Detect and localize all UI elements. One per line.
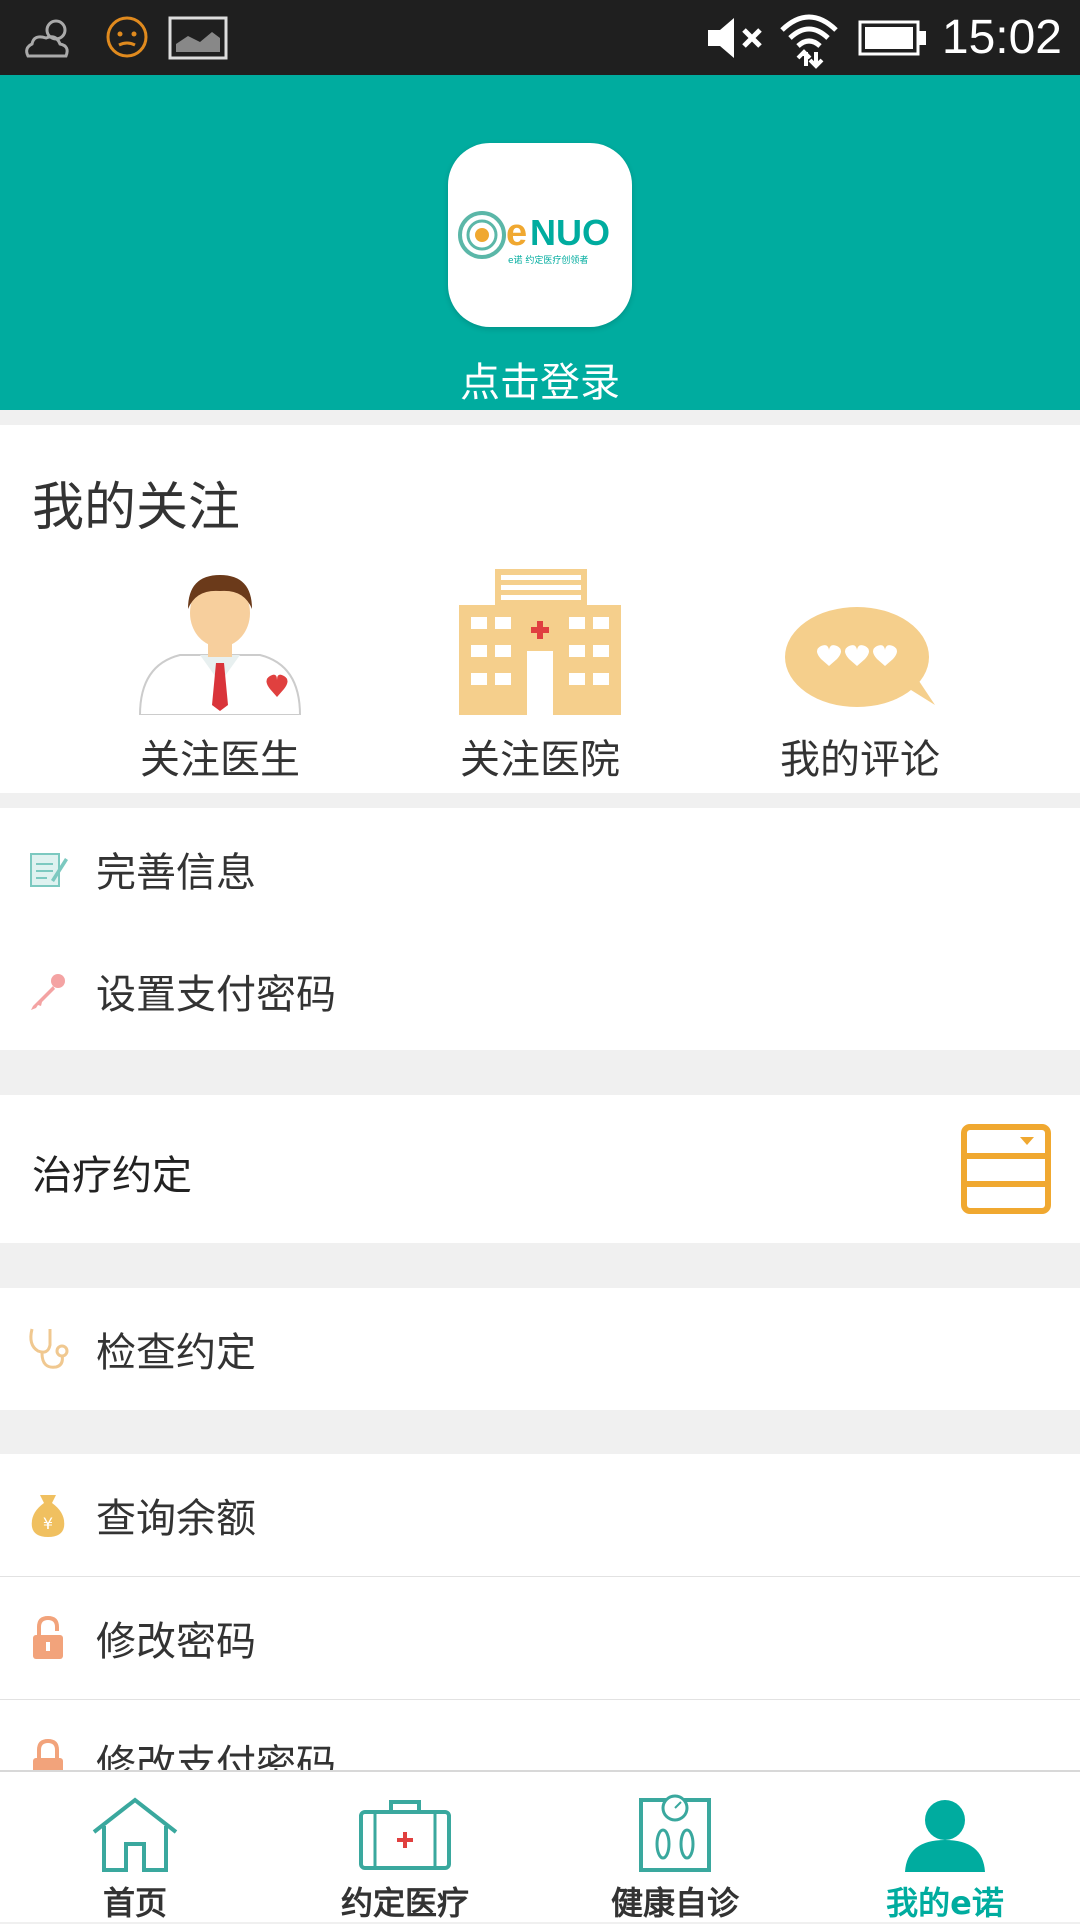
- menu-group-profile: 完善信息 设置支付密码: [0, 808, 1080, 1050]
- menu-exam-appointment-label: 检查约定: [96, 1330, 256, 1376]
- stethoscope-icon: [29, 1328, 69, 1369]
- treatment-card[interactable]: 治疗约定: [0, 1095, 1080, 1243]
- svg-text:¥: ¥: [43, 1514, 53, 1533]
- fav-hospitals-label: 关注医院: [460, 737, 620, 783]
- app-logo[interactable]: e NUO e诺 约定医疗创领者: [448, 143, 632, 327]
- fav-doctors-label: 关注医生: [140, 737, 300, 783]
- logo-tagline: e诺 约定医疗创领者: [508, 254, 588, 266]
- money-bag-icon: ¥: [31, 1495, 65, 1537]
- face-icon: [106, 16, 148, 58]
- tab-self-diagnosis-label: 健康自诊: [610, 1884, 739, 1922]
- menu-complete-info[interactable]: 完善信息: [0, 808, 1080, 930]
- menu-change-password-label: 修改密码: [96, 1619, 256, 1665]
- user-icon: [905, 1800, 985, 1872]
- weather-icon: [25, 19, 69, 58]
- favorites-card: 我的关注 关注医生 关注医院 我的评论: [0, 425, 1080, 793]
- fav-doctors[interactable]: 关注医生: [80, 565, 360, 785]
- my-comments[interactable]: 我的评论: [720, 565, 1000, 785]
- tab-my-enuo-label: 我的e诺: [886, 1884, 1004, 1922]
- enuo-logo-icon: e NUO e诺 约定医疗创领者: [458, 211, 610, 266]
- login-link[interactable]: 点击登录: [0, 350, 1080, 408]
- menu-change-password[interactable]: 修改密码: [0, 1577, 1080, 1699]
- clock: 15:02: [941, 11, 1062, 64]
- tab-home[interactable]: 首页: [0, 1772, 270, 1922]
- svg-text:e: e: [506, 212, 527, 254]
- menu-exam-appointment[interactable]: 检查约定: [0, 1288, 1080, 1410]
- my-comments-label: 我的评论: [780, 737, 940, 783]
- comment-bubble-icon: [785, 607, 935, 707]
- bottom-nav: 首页 约定医疗 健康自诊 我的e诺: [0, 1770, 1080, 1922]
- menu-group-account: ¥ 查询余额 修改密码 修改支付密码: [0, 1454, 1080, 1788]
- svg-text:NUO: NUO: [530, 212, 610, 253]
- hospital-icon: [459, 569, 621, 715]
- menu-set-pay-password[interactable]: 设置支付密码: [0, 930, 1080, 1052]
- menu-complete-info-label: 完善信息: [96, 850, 256, 896]
- scale-icon: [639, 1794, 711, 1872]
- doctor-icon: [138, 575, 302, 715]
- medical-kit-icon: [359, 1800, 451, 1870]
- menu-set-pay-password-label: 设置支付密码: [96, 972, 336, 1018]
- fav-hospitals[interactable]: 关注医院: [400, 565, 680, 785]
- profile-header: e NUO e诺 约定医疗创领者 点击登录: [0, 75, 1080, 410]
- key-icon: [31, 974, 65, 1010]
- tab-my-enuo[interactable]: 我的e诺: [810, 1772, 1080, 1922]
- menu-check-balance-label: 查询余额: [96, 1496, 256, 1542]
- image-icon: [168, 16, 228, 60]
- tab-home-label: 首页: [102, 1884, 167, 1922]
- tab-appointment-medical[interactable]: 约定医疗: [270, 1772, 540, 1922]
- lock-icon: [33, 1615, 63, 1659]
- wifi-icon: [780, 14, 838, 69]
- home-icon: [92, 1797, 178, 1872]
- favorites-title: 我的关注: [32, 478, 241, 538]
- treatment-label: 治疗约定: [32, 1153, 192, 1199]
- battery-icon: [858, 20, 926, 56]
- tab-self-diagnosis[interactable]: 健康自诊: [540, 1772, 810, 1922]
- mute-icon: [708, 18, 762, 58]
- tab-appointment-medical-label: 约定医疗: [340, 1884, 469, 1922]
- cabinet-icon: [961, 1124, 1051, 1214]
- exam-card: 检查约定: [0, 1288, 1080, 1410]
- status-bar: 15:02: [0, 0, 1080, 75]
- menu-check-balance[interactable]: ¥ 查询余额: [0, 1454, 1080, 1576]
- edit-note-icon: [30, 853, 68, 887]
